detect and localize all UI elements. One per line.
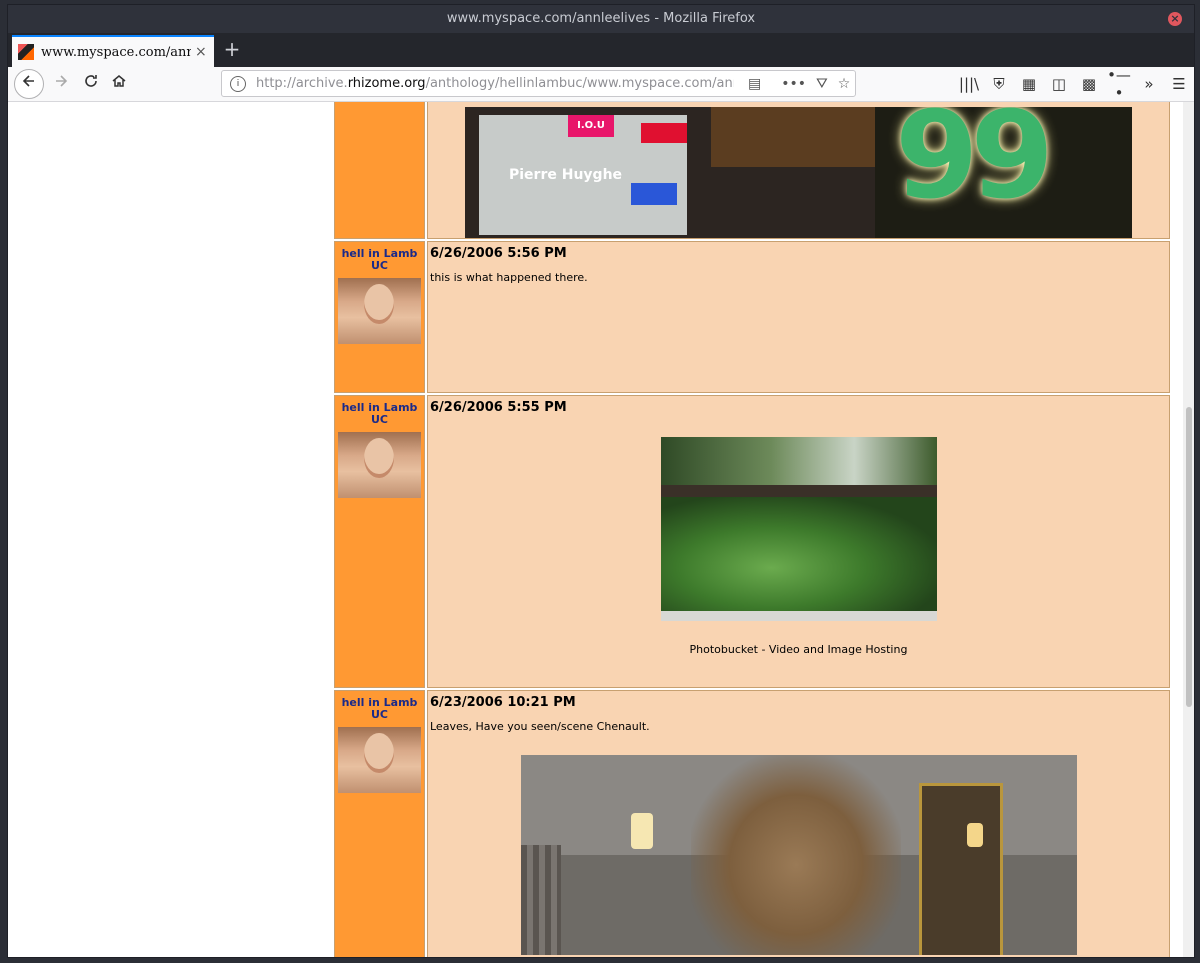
forward-icon[interactable] — [48, 71, 74, 97]
comment-row: I.O.U Pierre Huyghe 99 — [334, 102, 1170, 239]
home-icon[interactable] — [106, 71, 132, 97]
comment-body-cell: 6/26/2006 5:56 PM this is what happened … — [427, 241, 1170, 393]
new-tab-icon[interactable]: + — [222, 39, 242, 59]
comment-author-cell: hell in Lamb UC — [334, 395, 425, 688]
site-favicon-icon — [18, 44, 34, 60]
tree-photo[interactable] — [520, 755, 1077, 955]
shield-icon[interactable]: ⛨ — [984, 75, 1014, 93]
comment-row: hell in Lamb UC 6/23/2006 10:21 PM Leave… — [334, 690, 1170, 957]
author-avatar[interactable] — [338, 727, 421, 793]
close-window-icon[interactable]: × — [1168, 12, 1182, 26]
comment-author-link[interactable]: hell in Lamb UC — [337, 402, 422, 426]
back-icon[interactable] — [14, 69, 44, 99]
title-bar: www.myspace.com/annleelives - Mozilla Fi… — [8, 5, 1194, 33]
comment-datetime: 6/26/2006 5:55 PM — [430, 400, 567, 415]
reload-icon[interactable] — [78, 71, 104, 97]
window-title: www.myspace.com/annleelives - Mozilla Fi… — [446, 11, 756, 26]
comment-author-cell — [334, 102, 425, 239]
scrollbar-thumb[interactable] — [1186, 407, 1192, 707]
tab-title: www.myspace.com/annleelives — [41, 44, 191, 60]
bookmark-star-icon[interactable]: ☆ — [838, 76, 851, 92]
browser-window: www.myspace.com/annleelives - Mozilla Fi… — [7, 4, 1195, 958]
navigation-toolbar: i http://archive.rhizome.org/anthology/h… — [8, 66, 1194, 102]
container-icon[interactable]: ▩ — [1074, 75, 1104, 93]
photo-caption: Photobucket - Video and Image Hosting — [689, 643, 908, 656]
comment-body-cell: I.O.U Pierre Huyghe 99 — [427, 102, 1170, 239]
site-info-icon[interactable]: i — [230, 75, 246, 92]
library-icon[interactable]: |||\ — [954, 75, 984, 93]
url-text[interactable]: http://archive.rhizome.org/anthology/hel… — [256, 76, 734, 91]
sync-icon[interactable]: •—• — [1104, 66, 1134, 102]
vertical-scrollbar[interactable] — [1183, 102, 1194, 957]
author-avatar[interactable] — [338, 432, 421, 498]
overflow-icon[interactable]: » — [1134, 75, 1164, 93]
menu-icon[interactable]: ☰ — [1164, 75, 1194, 93]
pocket-icon[interactable]: ⛛ — [816, 76, 828, 92]
sidebar-icon[interactable]: ◫ — [1044, 75, 1074, 93]
comment-author-cell: hell in Lamb UC — [334, 241, 425, 393]
photo-gallery-image: I.O.U Pierre Huyghe 99 — [465, 107, 1132, 238]
addon-icon[interactable]: ▦ — [1014, 75, 1044, 93]
author-avatar[interactable] — [338, 278, 421, 344]
comment-author-link[interactable]: hell in Lamb UC — [337, 697, 422, 721]
garden-photo[interactable] — [660, 437, 937, 621]
more-icon[interactable]: ••• — [781, 76, 806, 92]
page-content: I.O.U Pierre Huyghe 99 hell in Lamb UC 6… — [8, 102, 1183, 957]
comments-table: I.O.U Pierre Huyghe 99 hell in Lamb UC 6… — [332, 102, 1172, 957]
comment-author-cell: hell in Lamb UC — [334, 690, 425, 957]
tab-close-icon[interactable]: × — [195, 44, 207, 60]
url-bar[interactable]: i http://archive.rhizome.org/anthology/h… — [221, 70, 856, 97]
tab-active[interactable]: www.myspace.com/annleelives × — [12, 35, 214, 67]
tab-bar: www.myspace.com/annleelives × + — [8, 33, 1194, 67]
comment-row: hell in Lamb UC 6/26/2006 5:55 PM Photob… — [334, 395, 1170, 688]
reader-icon[interactable]: ▤ — [748, 76, 761, 92]
comment-datetime: 6/26/2006 5:56 PM — [430, 246, 567, 261]
comment-body-cell: 6/26/2006 5:55 PM Photobucket - Video an… — [427, 395, 1170, 688]
comment-text: this is what happened there. — [430, 271, 588, 284]
comment-author-link[interactable]: hell in Lamb UC — [337, 248, 422, 272]
comment-text: Leaves, Have you seen/scene Chenault. — [430, 720, 650, 733]
comment-body-cell: 6/23/2006 10:21 PM Leaves, Have you seen… — [427, 690, 1170, 957]
comment-row: hell in Lamb UC 6/26/2006 5:56 PM this i… — [334, 241, 1170, 393]
comment-datetime: 6/23/2006 10:21 PM — [430, 695, 576, 710]
